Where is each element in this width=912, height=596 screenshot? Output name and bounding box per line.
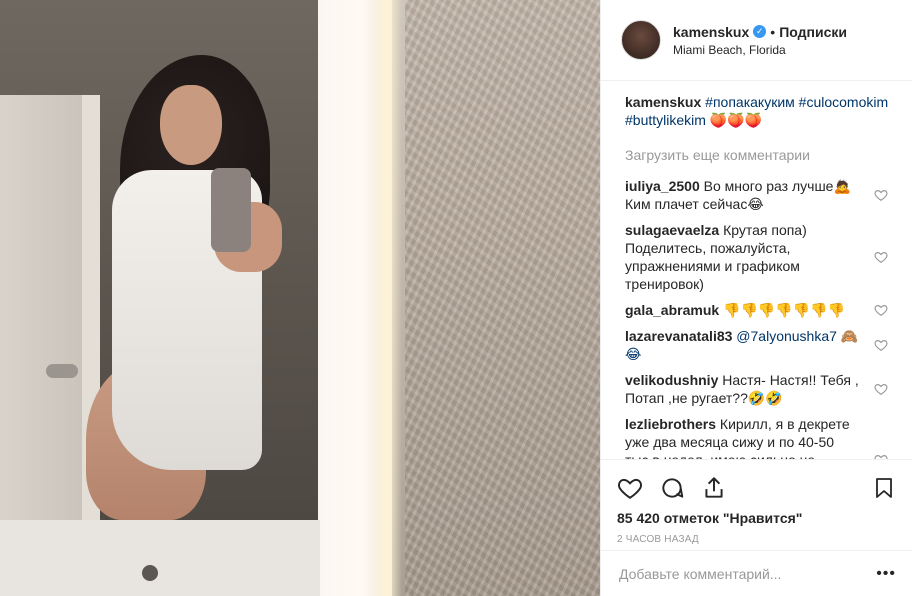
- instagram-post: kamenskux ✓ • Подписки Miami Beach, Flor…: [0, 0, 912, 596]
- header-info: kamenskux ✓ • Подписки Miami Beach, Flor…: [673, 24, 847, 57]
- comment-bubble-icon[interactable]: [659, 475, 685, 501]
- post-photo[interactable]: [0, 0, 600, 596]
- comment: gala_abramuk 👎👎👎👎👎👎👎: [625, 301, 896, 319]
- post-actions: 85 420 отметок "Нравится" 2 ЧАСОВ НАЗАД: [601, 459, 912, 545]
- like-heart-icon[interactable]: [617, 475, 643, 501]
- avatar[interactable]: [621, 20, 661, 60]
- comment-username[interactable]: lazarevanatali83: [625, 328, 732, 344]
- comment-username[interactable]: iuliya_2500: [625, 178, 700, 194]
- comment: lezliebrothers Кирилл, я в декрете уже д…: [625, 415, 896, 459]
- comment-username[interactable]: lezliebrothers: [625, 416, 716, 432]
- comment-text: 👎👎👎👎👎👎👎: [723, 302, 846, 318]
- load-more-comments[interactable]: Загрузить еще комментарии: [625, 147, 896, 163]
- sink-counter: [0, 520, 320, 596]
- comments-list[interactable]: kamenskux #попакакуким #culocomokim #but…: [601, 81, 912, 459]
- comment-username[interactable]: sulagaevaelza: [625, 222, 719, 238]
- comment: iuliya_2500 Во много раз лучше🙇 Ким плач…: [625, 177, 896, 213]
- mirror-reflection: [0, 0, 320, 596]
- comment: sulagaevaelza Крутая попа) Поделитесь, п…: [625, 221, 896, 293]
- add-comment-bar: •••: [601, 550, 912, 596]
- likes-count[interactable]: 85 420 отметок "Нравится": [617, 510, 896, 526]
- comment-input[interactable]: [617, 564, 877, 583]
- username-link[interactable]: kamenskux: [673, 24, 749, 40]
- bookmark-icon[interactable]: [872, 475, 896, 501]
- mirror-light-glow: [372, 0, 402, 596]
- heart-icon[interactable]: [874, 338, 888, 352]
- share-icon[interactable]: [701, 475, 727, 501]
- location-link[interactable]: Miami Beach, Florida: [673, 43, 847, 57]
- face: [160, 85, 222, 165]
- more-options-icon[interactable]: •••: [876, 565, 896, 583]
- heart-icon[interactable]: [874, 382, 888, 396]
- follow-button[interactable]: Подписки: [779, 24, 847, 40]
- comment: velikodushniy Настя- Настя!! Тебя , Пота…: [625, 371, 896, 407]
- post-sidebar: kamenskux ✓ • Подписки Miami Beach, Flor…: [600, 0, 912, 596]
- door-handle: [46, 364, 78, 378]
- comment-username[interactable]: gala_abramuk: [625, 302, 719, 318]
- caption-username[interactable]: kamenskux: [625, 94, 701, 110]
- heart-icon[interactable]: [874, 188, 888, 202]
- verified-icon: ✓: [753, 25, 767, 38]
- heart-icon[interactable]: [874, 303, 888, 317]
- sink-drain: [142, 565, 158, 581]
- caption: kamenskux #попакакуким #culocomokim #but…: [625, 93, 896, 129]
- textured-wall: [405, 0, 600, 596]
- post-header: kamenskux ✓ • Подписки Miami Beach, Flor…: [601, 0, 912, 81]
- comment: lazarevanatali83 @7alyonushka7 🙈😂: [625, 327, 896, 363]
- heart-icon[interactable]: [874, 250, 888, 264]
- comment-username[interactable]: velikodushniy: [625, 372, 718, 388]
- separator: •: [770, 23, 776, 40]
- phone: [211, 168, 251, 252]
- action-icons: [617, 468, 896, 508]
- post-time[interactable]: 2 ЧАСОВ НАЗАД: [617, 534, 896, 545]
